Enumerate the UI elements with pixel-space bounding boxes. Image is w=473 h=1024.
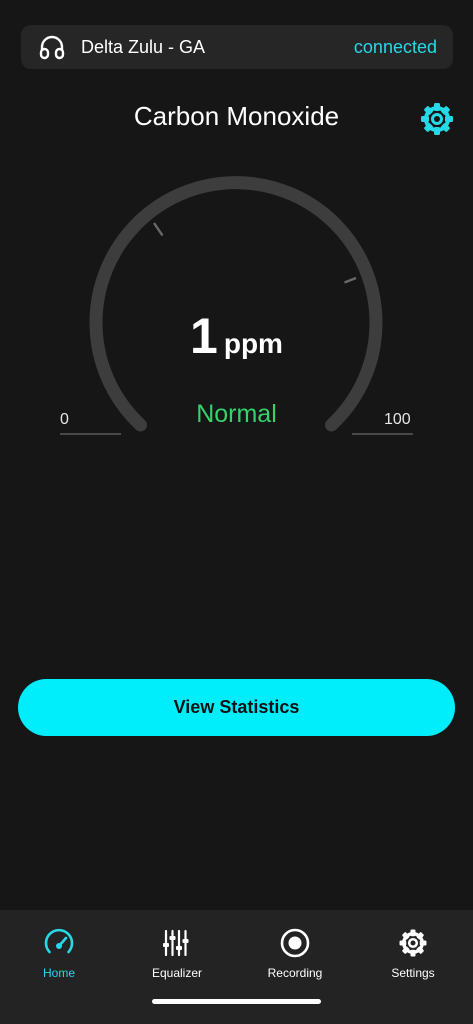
- speedometer-icon: [42, 926, 76, 960]
- tab-bar: Home Equalizer Recording Settings: [0, 910, 473, 1024]
- device-name: Delta Zulu - GA: [81, 36, 206, 57]
- tab-recording[interactable]: Recording: [240, 926, 350, 986]
- gauge-tick-high: [344, 276, 357, 284]
- tab-home[interactable]: Home: [4, 926, 114, 986]
- gear-icon: [396, 926, 430, 960]
- tab-equalizer[interactable]: Equalizer: [122, 926, 232, 986]
- home-indicator[interactable]: [152, 999, 321, 1004]
- gauge-tick-low: [153, 222, 164, 237]
- tab-label: Recording: [267, 966, 323, 980]
- gauge-value: 1: [190, 308, 218, 364]
- view-statistics-button[interactable]: View Statistics: [18, 679, 455, 736]
- gauge-reading: 1 ppm: [0, 307, 473, 365]
- record-icon: [278, 926, 312, 960]
- sensor-title: Carbon Monoxide: [133, 101, 340, 131]
- tab-label: Home: [42, 966, 75, 980]
- gauge-track: [89, 176, 383, 432]
- gear-icon[interactable]: [418, 100, 456, 138]
- equalizer-icon: [160, 926, 194, 960]
- connection-status: connected: [353, 36, 437, 57]
- headphones-icon: [37, 32, 67, 62]
- gauge-max-label: 100: [384, 411, 411, 428]
- tab-label: Equalizer: [151, 966, 203, 980]
- tab-label: Settings: [391, 966, 435, 980]
- tab-settings[interactable]: Settings: [358, 926, 468, 986]
- gauge-unit: ppm: [223, 328, 283, 359]
- device-connection-bar[interactable]: Delta Zulu - GA connected: [21, 25, 453, 69]
- gauge-min-label: 0: [60, 411, 69, 428]
